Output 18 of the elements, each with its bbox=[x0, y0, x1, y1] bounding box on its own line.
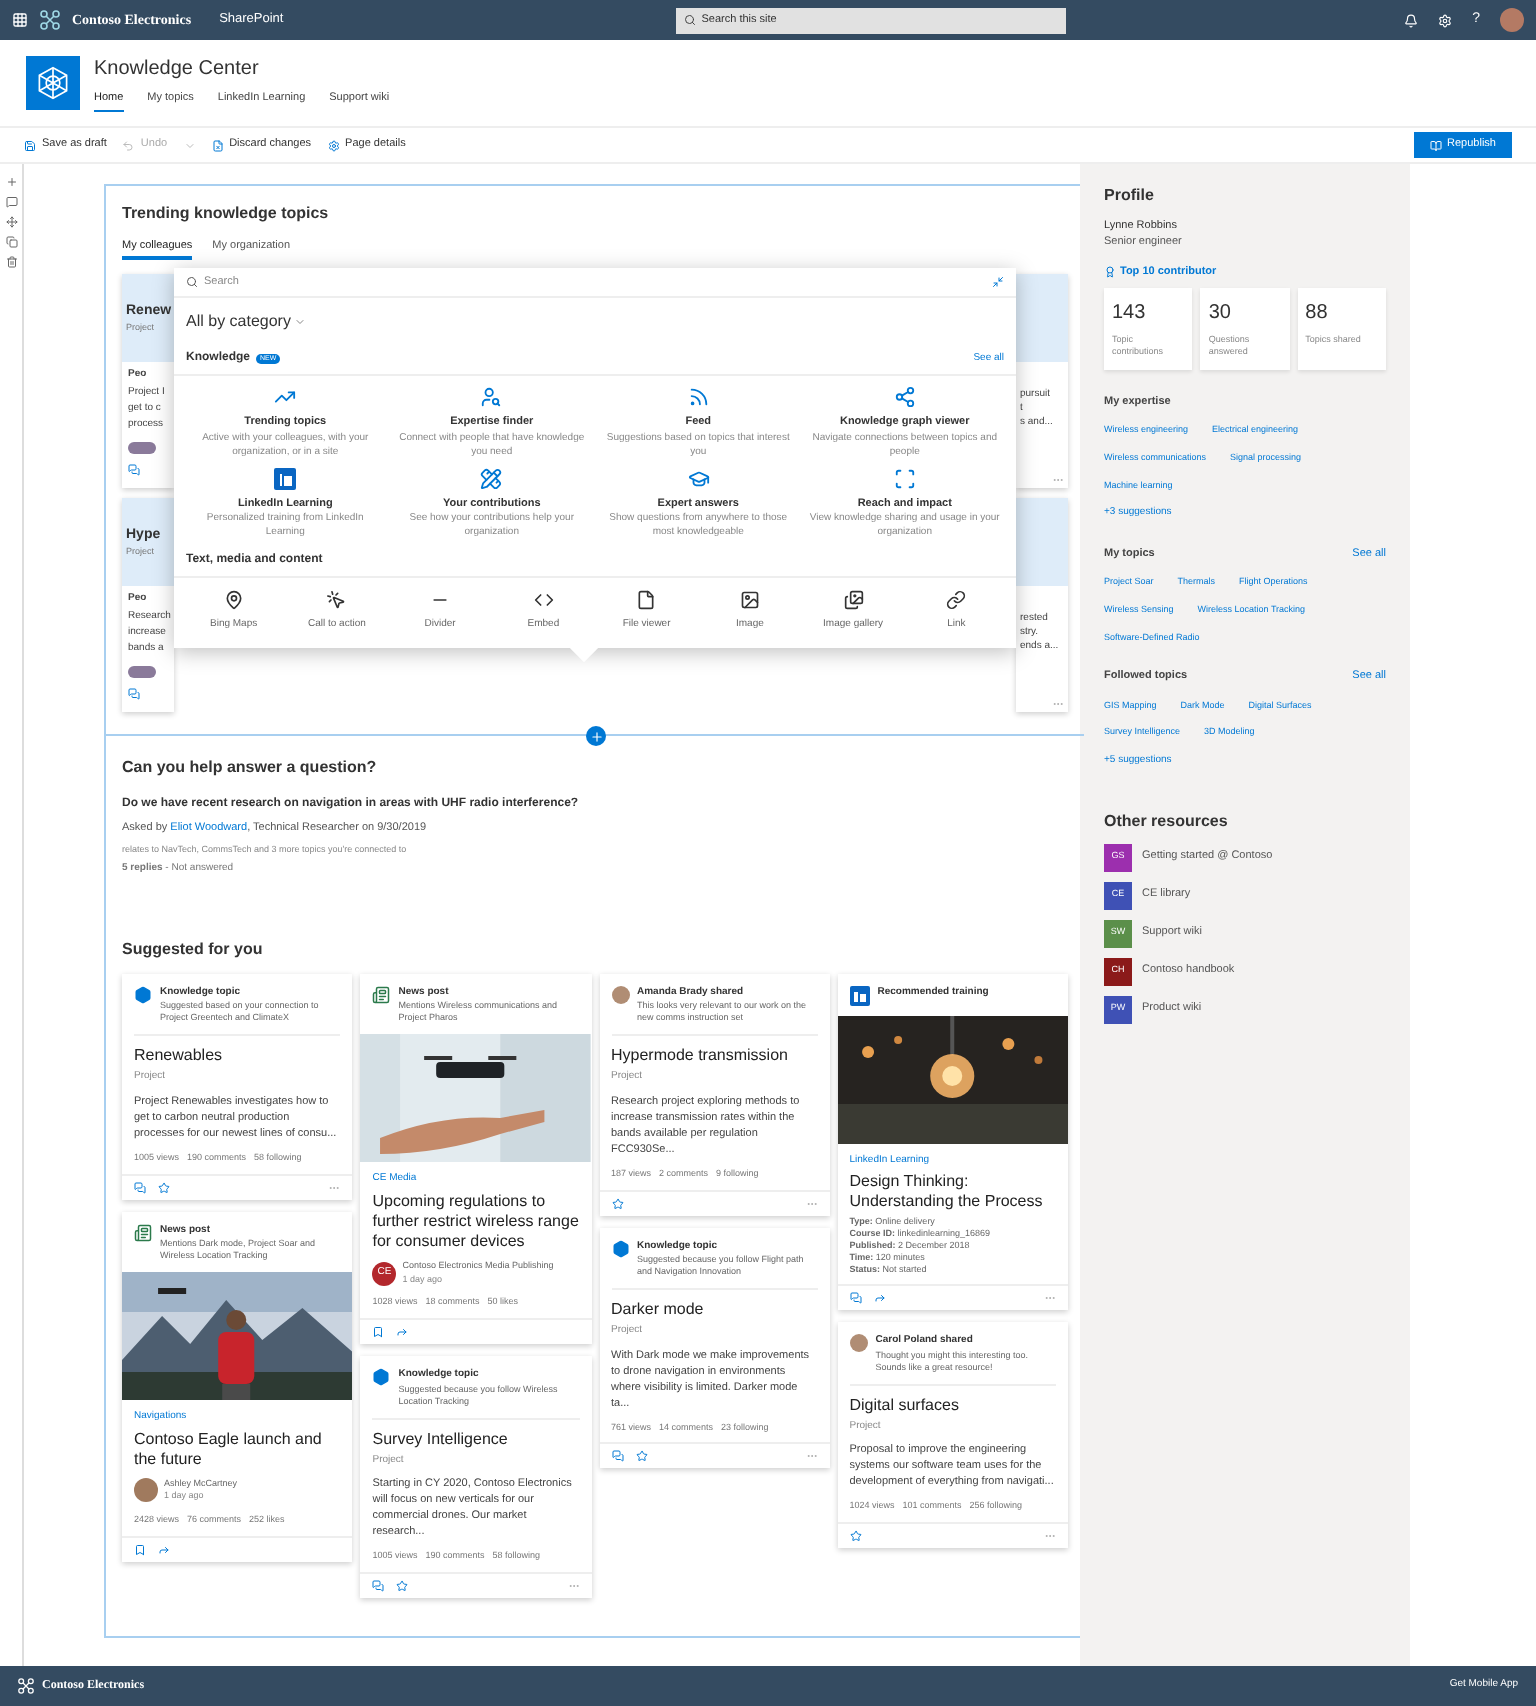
card-title: Digital surfaces bbox=[849, 1395, 961, 1416]
stat-value: 143 bbox=[1112, 299, 1148, 328]
card-title: Upcoming regulations to further restrict wireless range for consumer devices bbox=[372, 1191, 579, 1252]
stat-value: 88 bbox=[1305, 299, 1330, 328]
section-title: Trending knowledge topics bbox=[122, 202, 331, 226]
stat-value: 30 bbox=[1208, 299, 1233, 328]
category-dropdown[interactable]: All by category bbox=[174, 310, 319, 335]
panel-title: Profile bbox=[1104, 184, 1156, 208]
card-title: Darker mode bbox=[611, 1300, 706, 1320]
site-title: Knowledge Center bbox=[94, 55, 261, 84]
card-title: Design Thinking: Understanding the Process bbox=[849, 1172, 1045, 1213]
section-title: Can you help answer a question? bbox=[122, 756, 379, 781]
card-title: Renewables bbox=[134, 1046, 225, 1067]
panel-title: Other resources bbox=[1104, 809, 1230, 833]
card-title: Hypermode transmission bbox=[611, 1046, 790, 1067]
section-title: Suggested for you bbox=[122, 937, 265, 962]
card-title: Contoso Eagle launch and the future bbox=[134, 1429, 324, 1469]
card-title: Survey Intelligence bbox=[372, 1429, 510, 1449]
